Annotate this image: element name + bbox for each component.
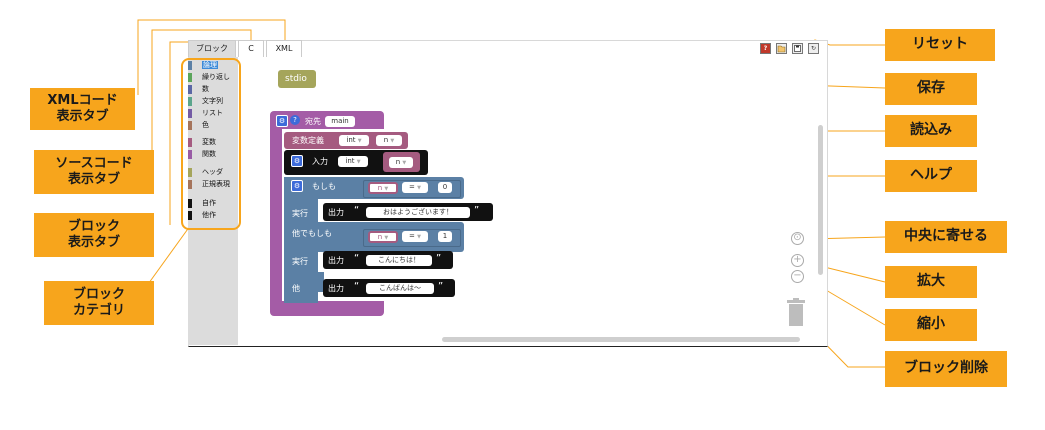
annotation-block-tab: ブロック 表示タブ [34,213,154,257]
tab-block[interactable]: ブロック [188,40,236,57]
if-label: もしも [312,182,336,191]
category-highlight-frame [181,58,241,230]
load-button[interactable] [776,43,787,54]
annotation-zoom-out: 縮小 [885,309,977,341]
tab-c-source[interactable]: C [238,40,264,57]
if-settings-icon[interactable]: ⚙ [291,180,303,192]
variable-type-dropdown[interactable]: int ▼ [339,135,369,146]
header-block-label: stdio [285,74,307,84]
quote-close-3: ” [438,281,444,292]
vertical-scrollbar[interactable] [818,125,823,275]
condition-2-value[interactable]: 1 [438,231,452,242]
condition-1-operator[interactable]: = ▼ [402,182,428,193]
annotation-load: 読込み [885,115,977,147]
condition-2-operator[interactable]: = ▼ [402,231,428,242]
input-settings-icon[interactable]: ⚙ [291,155,303,167]
save-button[interactable] [792,43,803,54]
annotation-source-tab: ソースコード 表示タブ [34,150,154,194]
print-label-2: 出力 [328,256,344,265]
annotation-zoom-in: 拡大 [885,266,977,298]
horizontal-scrollbar[interactable] [442,337,800,342]
folder-icon [777,45,786,53]
variable-def-label: 変数定義 [292,136,324,145]
reset-button[interactable]: ↻ [808,43,819,54]
quote-open-2: “ [354,253,360,264]
center-button[interactable]: ⊙ [791,232,804,245]
do-label-1: 実行 [292,209,308,218]
condition-1-value[interactable]: 0 [438,182,452,193]
zoom-in-button[interactable]: + [791,254,804,267]
input-type-dropdown[interactable]: int ▼ [338,156,368,167]
quote-open-1: “ [354,205,360,216]
print-label-1: 出力 [328,208,344,217]
annotation-center: 中央に寄せる [885,221,1007,253]
else-label: 他 [292,284,300,293]
annotation-help: ヘルプ [885,160,977,192]
save-icon [794,45,801,52]
annotation-xml-tab: XMLコード 表示タブ [30,88,135,130]
do-label-2: 実行 [292,257,308,266]
annotation-delete: ブロック削除 [885,351,1007,387]
input-block-label: 入力 [312,157,328,166]
help-button[interactable]: ? [760,43,771,54]
message-1-field[interactable]: おはようございます！ [366,207,470,218]
annotation-save: 保存 [885,73,977,105]
tab-xml[interactable]: XML [266,40,302,57]
annotation-block-category: ブロック カテゴリ [44,281,154,325]
print-label-3: 出力 [328,284,344,293]
settings-icon[interactable]: ⚙ [276,115,288,127]
message-3-field[interactable]: こんばんは〜 [366,283,434,294]
condition-1-var[interactable]: n ▼ [368,182,398,194]
variable-name-dropdown[interactable]: n ▼ [376,135,402,146]
message-2-field[interactable]: こんにちは！ [366,255,432,266]
input-var-dropdown[interactable]: n ▼ [389,157,413,168]
else-row [284,272,324,292]
main-name-field[interactable]: main [325,116,355,127]
help-circle-icon[interactable]: ? [290,115,300,125]
quote-close-2: ” [436,253,442,264]
main-block-label: 宛先 [305,117,321,126]
annotation-reset: リセット [885,29,995,61]
quote-open-3: “ [354,281,360,292]
trash-icon[interactable] [785,298,807,328]
condition-2-var[interactable]: n ▼ [368,231,398,243]
quote-close-1: ” [474,205,480,216]
elseif-label: 他でもしも [292,229,332,238]
zoom-out-button[interactable]: − [791,270,804,283]
